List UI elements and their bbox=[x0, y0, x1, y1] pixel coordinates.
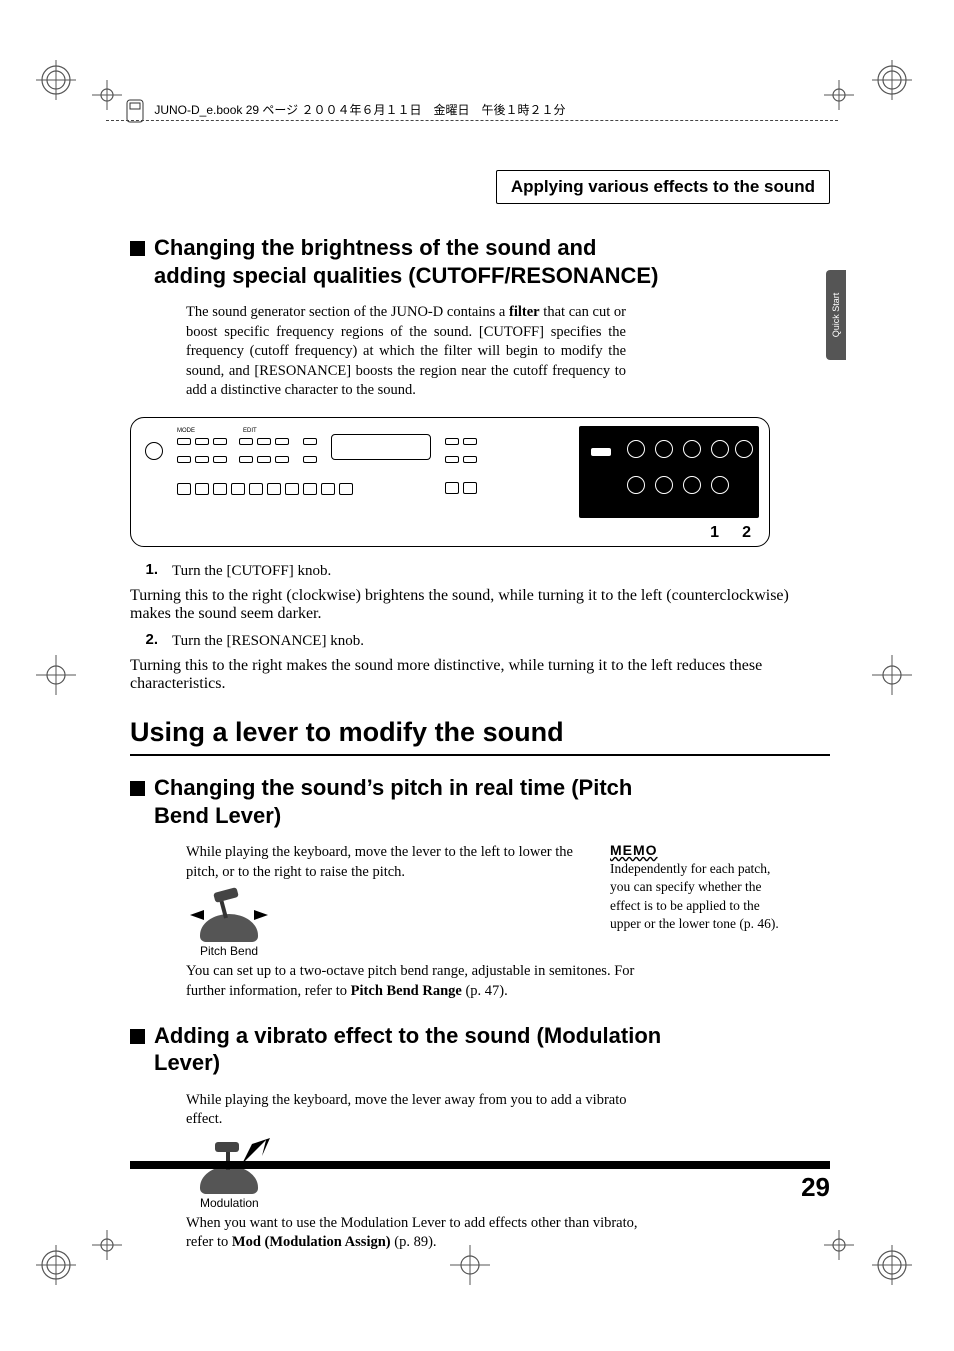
intro-paragraph: The sound generator section of the JUNO-… bbox=[186, 303, 626, 401]
heading-modulation: Adding a vibrato effect to the sound (Mo… bbox=[130, 1022, 730, 1077]
step-2-desc: Turning this to the right makes the soun… bbox=[130, 657, 830, 693]
modulation-caption: Modulation bbox=[200, 1196, 830, 1210]
step-1-text: Turn the [CUTOFF] knob. bbox=[172, 561, 331, 581]
panel-callout-2: 2 bbox=[742, 524, 751, 542]
heading-cutoff-resonance: Changing the brightness of the sound and… bbox=[130, 234, 670, 289]
crop-mark-top-left bbox=[36, 60, 76, 100]
crop-mark-mid-left bbox=[36, 655, 76, 695]
section-title-tab: Applying various effects to the sound bbox=[130, 170, 830, 204]
page-number: 29 bbox=[801, 1172, 830, 1203]
crop-mark-bottom-left bbox=[36, 1245, 76, 1285]
header-rule bbox=[106, 120, 838, 121]
heading-lever: Using a lever to modify the sound bbox=[130, 717, 830, 756]
crop-mark-mid-right bbox=[872, 655, 912, 695]
front-panel-figure: MODE EDIT bbox=[130, 417, 770, 547]
step-1-number: 1. bbox=[130, 561, 158, 581]
crop-mark-bottom-right bbox=[872, 1245, 912, 1285]
memo-text: Independently for each patch, you can sp… bbox=[610, 860, 780, 933]
panel-callout-1: 1 bbox=[710, 524, 719, 542]
step-1-desc: Turning this to the right (clockwise) br… bbox=[130, 587, 830, 623]
heading-pitch-bend: Changing the sound’s pitch in real time … bbox=[130, 774, 650, 829]
footer-rule bbox=[130, 1161, 830, 1169]
pitch-bend-lever-figure bbox=[200, 890, 268, 942]
pitch-bend-caption: Pitch Bend bbox=[200, 944, 830, 958]
step-2-text: Turn the [RESONANCE] knob. bbox=[172, 631, 364, 651]
side-tab-label: Quick Start bbox=[831, 293, 841, 338]
memo-label: MEMO bbox=[610, 841, 780, 860]
modulation-paragraph-2: When you want to use the Modulation Leve… bbox=[186, 1214, 646, 1253]
section-title-tab-label: Applying various effects to the sound bbox=[496, 170, 830, 204]
book-header-text: JUNO-D_e.book 29 ページ ２００４年６月１１日 金曜日 午後１時… bbox=[154, 103, 565, 117]
pitch-bend-paragraph-2: You can set up to a two-octave pitch ben… bbox=[186, 962, 646, 1001]
memo-block: MEMO Independently for each patch, you c… bbox=[610, 841, 780, 933]
crop-mark-top-right bbox=[872, 60, 912, 100]
pitch-bend-paragraph: While playing the keyboard, move the lev… bbox=[186, 843, 586, 882]
step-2-number: 2. bbox=[130, 631, 158, 651]
modulation-paragraph: While playing the keyboard, move the lev… bbox=[186, 1091, 656, 1130]
